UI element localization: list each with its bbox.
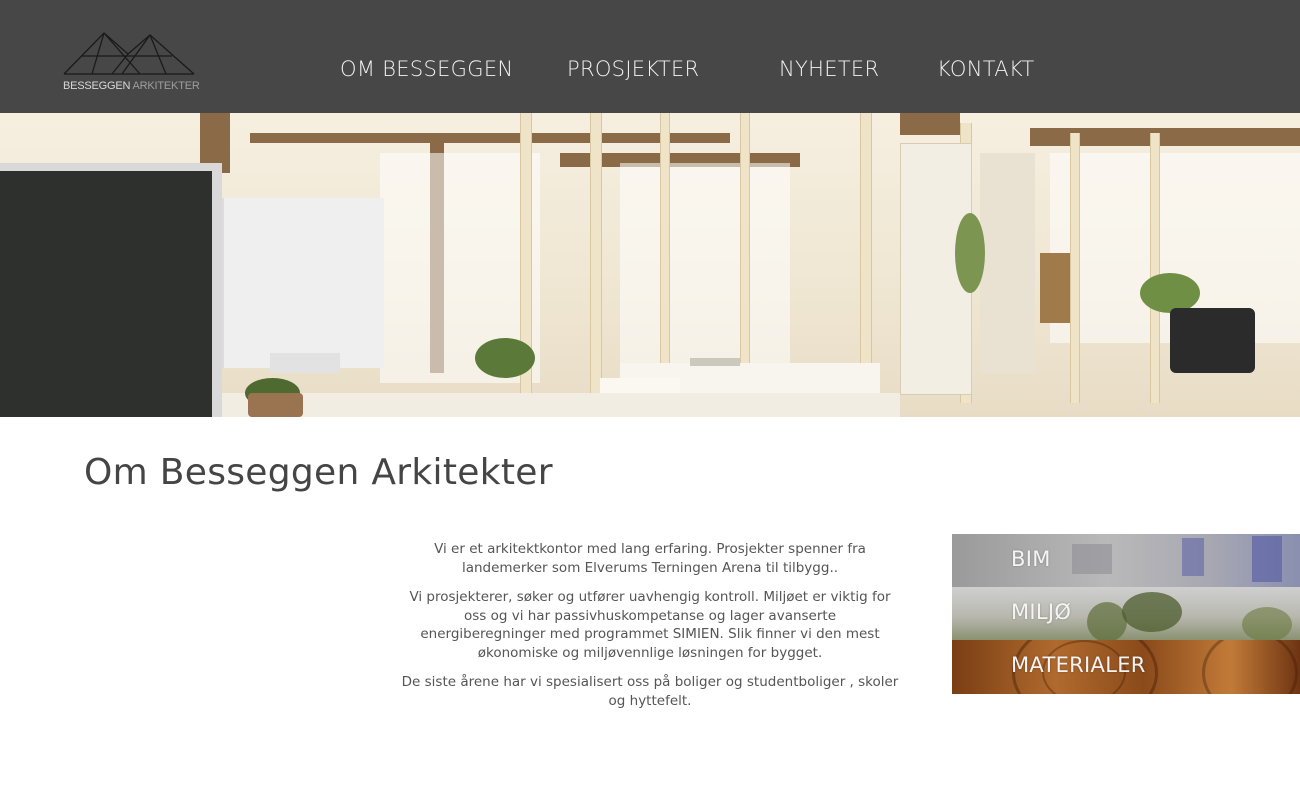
logo-text-accent: ARKITEKTER: [132, 80, 200, 92]
logo[interactable]: BESSEGGEN ARKITEKTER: [62, 30, 200, 96]
tile-label: MATERIALER: [1011, 653, 1146, 677]
nav-om-besseggen[interactable]: OM BESSEGGEN: [340, 57, 513, 81]
tile-label: MILJØ: [1011, 600, 1072, 624]
monitor-image: [0, 163, 222, 417]
mountain-logo-icon: [63, 32, 195, 75]
about-paragraph: Vi prosjekterer, søker og utfører uavhen…: [409, 589, 891, 661]
hero-office-image: [0, 113, 1300, 417]
tile-miljo[interactable]: MILJØ: [952, 587, 1300, 640]
tile-label: BIM: [1011, 547, 1051, 571]
logo-text-main: BESSEGGEN: [63, 80, 131, 92]
page-title: Om Besseggen Arkitekter: [84, 452, 553, 493]
logo-text: BESSEGGEN ARKITEKTER: [63, 80, 200, 92]
tile-materialer[interactable]: MATERIALER: [952, 640, 1300, 694]
site-header: BESSEGGEN ARKITEKTER OM BESSEGGEN PROSJE…: [0, 0, 1300, 113]
about-text: Vi er et arkitektkontor med lang erfarin…: [400, 540, 900, 721]
about-paragraph: De siste årene har vi spesialisert oss p…: [401, 674, 899, 709]
nav-nyheter[interactable]: NYHETER: [779, 57, 879, 81]
nav-kontakt[interactable]: KONTAKT: [937, 57, 1035, 81]
about-paragraph: Vi er et arkitektkontor med lang erfarin…: [434, 541, 866, 576]
tile-bim[interactable]: BIM: [952, 534, 1300, 587]
nav-prosjekter[interactable]: PROSJEKTER: [567, 57, 699, 81]
